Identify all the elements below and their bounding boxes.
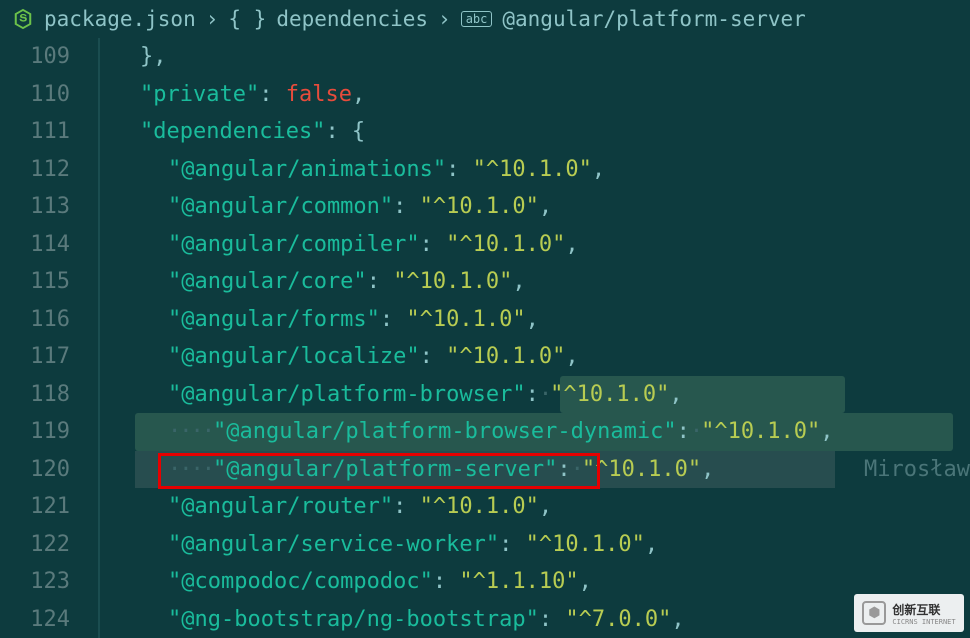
chevron-right-icon: › [438, 7, 451, 31]
code-line[interactable]: "@angular/service-worker": "^10.1.0", [100, 526, 970, 564]
code-content[interactable]: },"private": false,"dependencies": {"@an… [100, 38, 970, 638]
breadcrumb-section[interactable]: dependencies [276, 7, 428, 31]
code-line[interactable]: "@angular/animations": "^10.1.0", [100, 151, 970, 189]
code-line[interactable]: "dependencies": { [100, 113, 970, 151]
chevron-right-icon: › [206, 7, 219, 31]
line-number: 110 [0, 76, 70, 114]
line-number: 124 [0, 601, 70, 638]
line-number: 123 [0, 563, 70, 601]
code-line[interactable]: "@angular/forms": "^10.1.0", [100, 301, 970, 339]
code-line[interactable]: "@ng-bootstrap/ng-bootstrap": "^7.0.0", [100, 601, 970, 638]
nodejs-icon [12, 8, 34, 30]
line-number: 117 [0, 338, 70, 376]
line-number: 118 [0, 376, 70, 414]
code-line[interactable]: ····"@angular/platform-server":·"^10.1.0… [100, 451, 970, 489]
line-number: 114 [0, 226, 70, 264]
code-line[interactable]: }, [100, 38, 970, 76]
breadcrumb-file[interactable]: package.json [44, 7, 196, 31]
line-number-gutter: 1091101111121131141151161171181191201211… [0, 38, 100, 638]
line-number: 116 [0, 301, 70, 339]
code-line[interactable]: "@angular/localize": "^10.1.0", [100, 338, 970, 376]
watermark-logo: ⬢ 创新互联 CICRNS INTERNET [854, 594, 964, 632]
breadcrumb: package.json › { } dependencies › abc @a… [0, 0, 970, 38]
line-number: 121 [0, 488, 70, 526]
line-number: 119 [0, 413, 70, 451]
code-editor[interactable]: 1091101111121131141151161171181191201211… [0, 38, 970, 638]
line-number: 120 [0, 451, 70, 489]
code-line[interactable]: "@angular/compiler": "^10.1.0", [100, 226, 970, 264]
code-line[interactable]: "@angular/router": "^10.1.0", [100, 488, 970, 526]
breadcrumb-field[interactable]: @angular/platform-server [502, 7, 805, 31]
code-line[interactable]: "private": false, [100, 76, 970, 114]
braces-icon: { } [228, 7, 266, 31]
line-number: 111 [0, 113, 70, 151]
code-line[interactable]: "@angular/core": "^10.1.0", [100, 263, 970, 301]
code-line[interactable]: "@compodoc/compodoc": "^1.1.10", [100, 563, 970, 601]
git-blame-author: Mirosław [864, 451, 970, 489]
code-line[interactable]: ····"@angular/platform-browser-dynamic":… [100, 413, 970, 451]
line-number: 122 [0, 526, 70, 564]
line-number: 115 [0, 263, 70, 301]
code-line[interactable]: "@angular/common": "^10.1.0", [100, 188, 970, 226]
line-number: 109 [0, 38, 70, 76]
line-number: 113 [0, 188, 70, 226]
code-line[interactable]: "@angular/platform-browser":·"^10.1.0", [100, 376, 970, 414]
line-number: 112 [0, 151, 70, 189]
string-icon: abc [461, 11, 493, 27]
